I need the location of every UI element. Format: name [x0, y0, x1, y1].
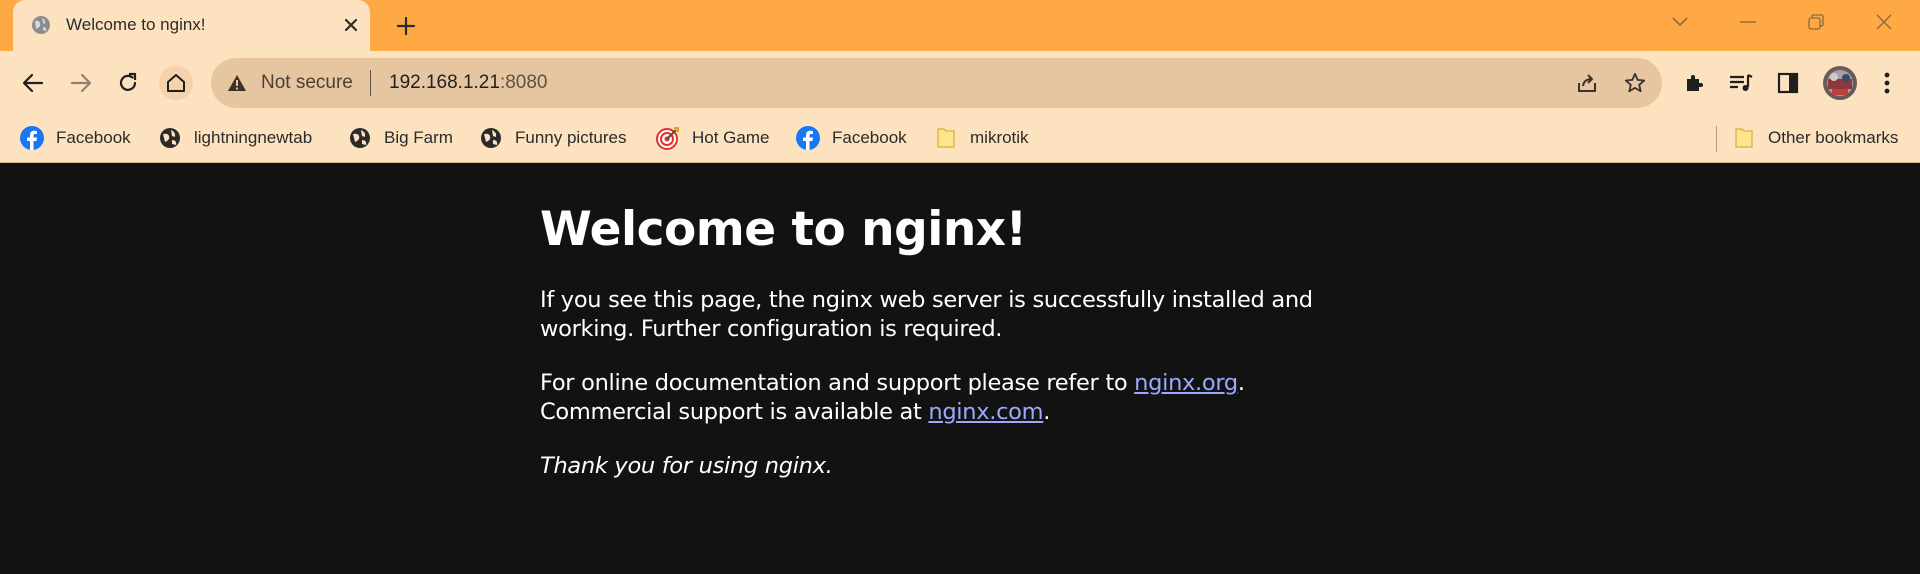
bookmarks-divider [1716, 126, 1717, 152]
home-button[interactable] [159, 66, 193, 100]
tab-search-icon[interactable] [1662, 8, 1698, 36]
bookmark-label: mikrotik [970, 128, 1029, 147]
extensions-icon[interactable] [1678, 66, 1712, 100]
tab-title: Welcome to nginx! [66, 15, 206, 34]
bookmark-lightningnewtab[interactable]: lightningnewtab [158, 124, 312, 152]
page-heading: Welcome to nginx! [540, 202, 1027, 257]
forward-button[interactable] [64, 66, 98, 100]
intro-line-2: working. Further configuration is requir… [540, 316, 1003, 342]
globe-icon [348, 126, 372, 150]
share-icon[interactable] [1575, 71, 1599, 95]
bookmark-label: Funny pictures [515, 128, 627, 147]
side-panel-icon[interactable] [1771, 66, 1805, 100]
close-tab-icon[interactable] [339, 13, 363, 37]
close-window-button[interactable] [1866, 8, 1902, 36]
intro-line-1: If you see this page, the nginx web serv… [540, 287, 1313, 313]
bookmark-label: Facebook [56, 128, 131, 147]
other-bookmarks[interactable]: Other bookmarks [1732, 124, 1898, 152]
facebook-icon [20, 126, 44, 150]
bookmark-label: Hot Game [692, 128, 770, 147]
folder-icon [934, 126, 958, 150]
other-bookmarks-label: Other bookmarks [1768, 128, 1899, 147]
target-icon [656, 126, 680, 150]
bookmark-label: lightningnewtab [194, 128, 313, 147]
avatar[interactable] [1822, 65, 1858, 101]
nginx-org-link[interactable]: nginx.org [1134, 370, 1238, 396]
new-tab-button[interactable] [392, 12, 420, 40]
globe-icon [158, 126, 182, 150]
bookmark-mikrotik[interactable]: mikrotik [934, 124, 1029, 152]
docs-period: . [1237, 370, 1245, 396]
tab-strip: Welcome to nginx! [0, 0, 1920, 51]
bookmark-hot-game[interactable]: Hot Game [656, 124, 769, 152]
globe-icon [479, 126, 503, 150]
security-status[interactable]: Not secure [261, 72, 353, 94]
bookmark-label: Big Farm [384, 128, 453, 147]
back-button[interactable] [16, 66, 50, 100]
media-controls-icon[interactable] [1724, 66, 1758, 100]
bookmark-facebook-2[interactable]: Facebook [796, 124, 907, 152]
restore-button[interactable] [1798, 8, 1834, 36]
warning-icon[interactable] [227, 73, 247, 93]
support-text: Commercial support is available at [540, 399, 929, 425]
folder-icon [1732, 126, 1756, 150]
docs-text: For online documentation and support ple… [540, 370, 1135, 396]
support-period: . [1043, 399, 1051, 425]
star-icon[interactable] [1623, 71, 1647, 95]
url-port: :8080 [499, 72, 548, 93]
facebook-icon [796, 126, 820, 150]
thanks-paragraph: Thank you for using nginx. [540, 453, 833, 479]
bookmarks-bar: Facebook lightningnewtab Big Farm Funny … [0, 114, 1920, 163]
menu-icon[interactable] [1870, 66, 1904, 100]
page-viewport: Welcome to nginx! If you see this page, … [0, 164, 1920, 574]
bookmark-big-farm[interactable]: Big Farm [348, 124, 453, 152]
nginx-com-link[interactable]: nginx.com [928, 399, 1043, 425]
omnibox-divider [370, 70, 371, 96]
intro-paragraph: If you see this page, the nginx web serv… [540, 286, 1313, 344]
bookmark-facebook[interactable]: Facebook [20, 124, 131, 152]
minimize-button[interactable] [1730, 8, 1766, 36]
bookmark-label: Facebook [832, 128, 907, 147]
tab-active[interactable]: Welcome to nginx! [13, 0, 370, 51]
url-host: 192.168.1.21 [389, 72, 500, 93]
docs-paragraph: For online documentation and support ple… [540, 369, 1245, 427]
reload-button[interactable] [111, 66, 145, 100]
bookmark-funny-pictures[interactable]: Funny pictures [479, 124, 627, 152]
toolbar: Not secure 192.168.1.21:8080 [0, 51, 1920, 114]
globe-icon [31, 15, 51, 35]
url-text[interactable]: 192.168.1.21:8080 [389, 72, 548, 94]
address-bar[interactable]: Not secure 192.168.1.21:8080 [211, 58, 1662, 108]
